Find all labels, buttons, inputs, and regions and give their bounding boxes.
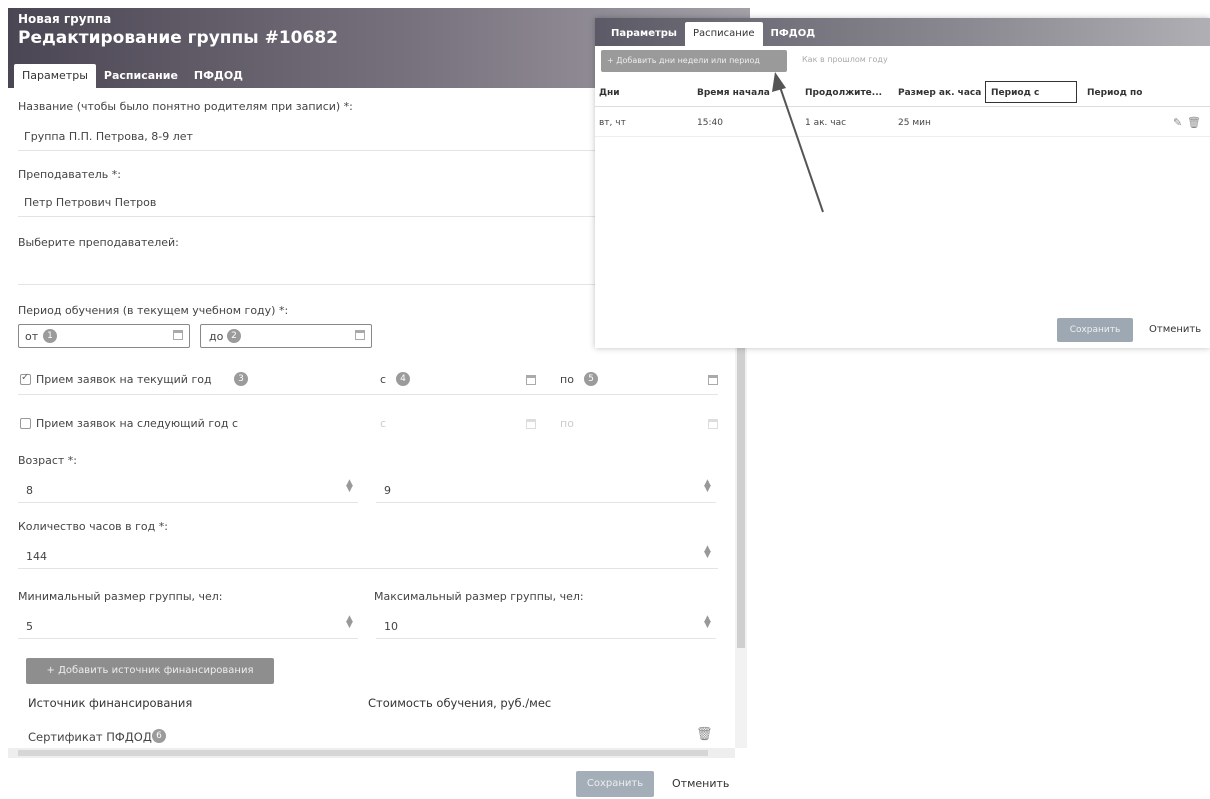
name-input[interactable]: Группа П.П. Петрова, 8-9 лет [24,130,193,143]
cost-column: Стоимость обучения, руб./мес [368,696,552,710]
age-from-underline [18,502,358,503]
dialog-subtitle: Новая группа [18,12,112,26]
col-duration: Продолжите... [805,88,883,98]
next-to-label: по [560,417,574,430]
calendar-icon[interactable] [173,330,183,340]
dialog-header: Параметры Расписание ПФДОД [595,18,1210,46]
badge-2: 2 [227,329,241,343]
max-size-underline [376,638,716,639]
financing-source-value: Сертификат ПФДОД [28,730,152,744]
name-label: Название (чтобы было понятно родителям п… [18,100,353,113]
max-size-input[interactable]: 10 [384,620,398,633]
row-divider [595,136,1210,137]
tab-parameters[interactable]: Параметры [603,22,685,46]
cell-start-time: 15:40 [697,118,723,128]
cell-duration: 1 ак. час [805,118,847,128]
calendar-icon[interactable] [526,419,536,429]
badge-1: 1 [43,329,57,343]
badge-6: 6 [152,729,166,743]
next-year-label: Прием заявок на следующий год с [36,417,238,430]
save-button[interactable]: Сохранить [1057,318,1133,342]
period-to-input[interactable]: до 2 [200,324,372,348]
dialog-title: Редактирование группы #10682 [18,28,338,48]
save-button[interactable]: Сохранить [576,771,654,797]
cancel-button[interactable]: Отменить [1149,324,1201,335]
tab-bar: Параметры Расписание ПФДОД [603,22,823,46]
stepper-icon[interactable]: ▲ ▼ [704,479,711,494]
stepper-icon[interactable]: ▲ ▼ [704,545,711,560]
tab-pfdod[interactable]: ПФДОД [186,64,251,88]
hours-underline [18,568,718,569]
period-to-text: до [209,330,224,343]
col-period-to: Период по [1087,88,1143,98]
current-year-underline [18,394,718,395]
current-from-label: с [380,373,387,386]
teacher-input[interactable]: Петр Петрович Петров [24,196,156,209]
teachers-label: Выберите преподавателей: [18,236,179,249]
header-divider [595,106,1210,107]
financing-source-column: Источник финансирования [28,696,193,710]
cell-hour-size: 25 мин [898,118,931,128]
add-financing-button[interactable]: + Добавить источник финансирования [26,658,274,684]
col-period-from: Период с [991,88,1040,98]
cell-days: вт, чт [599,118,626,128]
badge-4: 4 [396,372,410,386]
period-label: Период обучения (в текущем учебном году)… [18,304,289,317]
calendar-icon[interactable] [708,419,718,429]
cancel-button[interactable]: Отменить [672,777,729,790]
current-year-label: Прием заявок на текущий год [36,373,212,386]
age-to-underline [376,502,716,503]
horizontal-scrollbar[interactable] [8,748,735,758]
badge-3: 3 [234,372,248,386]
period-from-text: от [25,330,39,343]
badge-5: 5 [584,372,598,386]
col-hour-size: Размер ак. часа [898,88,982,98]
pencil-icon[interactable]: ✎ [1173,116,1182,129]
teacher-label: Преподаватель *: [18,168,121,181]
period-from-input[interactable]: от 1 [18,324,190,348]
tab-schedule[interactable]: Расписание [96,64,186,88]
max-size-label: Максимальный размер группы, чел: [374,590,584,603]
calendar-icon[interactable] [526,375,536,385]
scroll-thumb[interactable] [18,750,708,756]
stepper-icon[interactable]: ▲ ▼ [346,479,353,494]
next-from-label: с [380,417,387,430]
schedule-dialog: Параметры Расписание ПФДОД + Добавить дн… [595,18,1210,348]
tab-pfdod[interactable]: ПФДОД [763,22,824,46]
calendar-icon[interactable] [355,330,365,340]
stepper-icon[interactable]: ▲ ▼ [346,615,353,630]
age-label: Возраст *: [18,454,78,467]
tab-bar: Параметры Расписание ПФДОД [14,64,251,88]
hours-label: Количество часов в год *: [18,520,168,533]
next-year-checkbox[interactable] [20,418,31,429]
hours-input[interactable]: 144 [26,550,47,563]
add-days-button[interactable]: + Добавить дни недели или период [601,50,787,72]
current-year-checkbox[interactable] [20,372,31,385]
calendar-icon[interactable] [708,375,718,385]
copy-last-year-link[interactable]: Как в прошлом году [802,55,888,64]
current-to-label: по [560,373,574,386]
scroll-thumb[interactable] [737,348,745,648]
min-size-underline [18,638,358,639]
stepper-icon[interactable]: ▲ ▼ [704,615,711,630]
col-days: Дни [599,88,620,98]
age-from-input[interactable]: 8 [26,484,33,497]
tab-schedule[interactable]: Расписание [684,22,763,46]
col-start-time: Время начала [697,88,770,98]
min-size-label: Минимальный размер группы, чел: [18,590,223,603]
trash-icon[interactable]: 🗑 [1187,116,1201,129]
tab-parameters[interactable]: Параметры [14,64,96,88]
age-to-input[interactable]: 9 [384,484,391,497]
min-size-input[interactable]: 5 [26,620,33,633]
trash-icon[interactable]: 🗑 [696,727,713,742]
